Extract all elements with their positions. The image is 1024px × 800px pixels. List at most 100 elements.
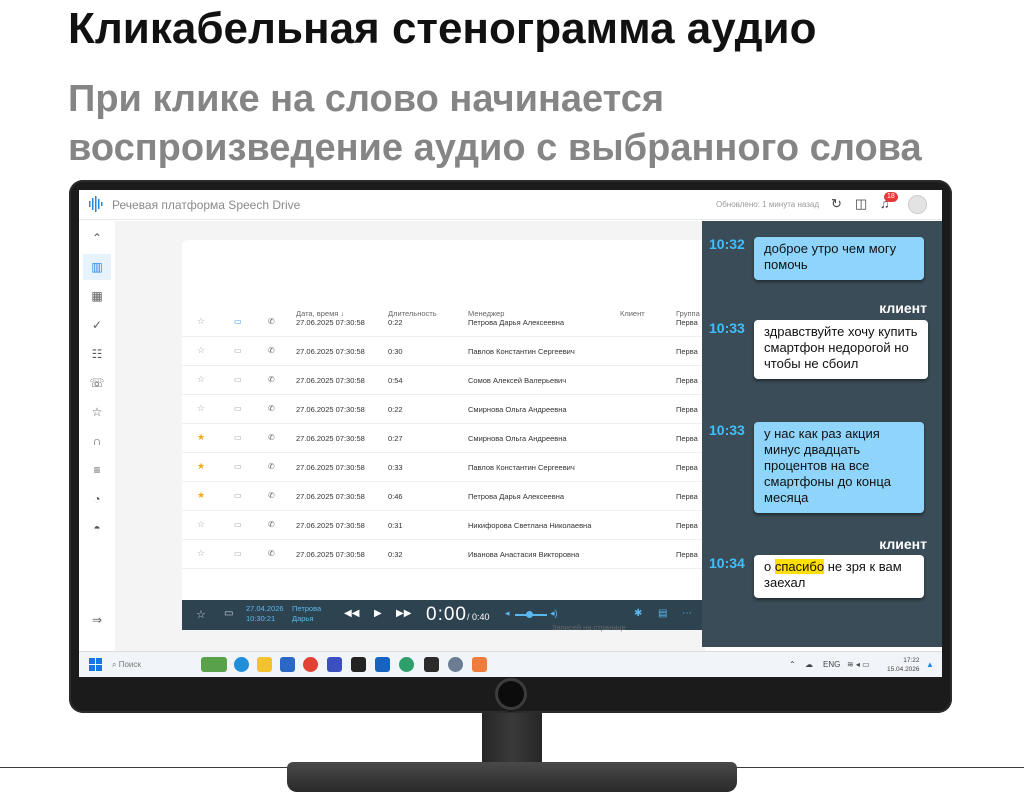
sidebar-headphones-icon[interactable]: ∩ — [83, 428, 111, 454]
transcript-word[interactable]: смартфон — [764, 340, 825, 355]
sidebar-trend-icon[interactable]: ⌃ — [83, 225, 111, 251]
transcript-word[interactable]: доброе — [764, 241, 808, 256]
sidebar-incognito-icon[interactable]: ◓ — [83, 515, 111, 541]
book-icon[interactable]: ◫ — [855, 196, 867, 212]
transcript-word[interactable]: процентов — [764, 458, 827, 473]
windows-start-icon[interactable] — [89, 658, 102, 671]
transcript-word[interactable]: месяца — [764, 490, 808, 505]
table-row[interactable]: ☆ ▭ ✆ 27.06.2025 07:30:58 0:22 Петрова Дарья … — [182, 308, 722, 337]
transcript-word[interactable]: минус — [764, 442, 800, 457]
volume-low-icon[interactable]: ◂ — [505, 608, 510, 619]
sidebar-gauge-icon[interactable]: ◔ — [83, 486, 111, 512]
sidebar-call-end-icon[interactable]: ☏ — [83, 370, 111, 396]
sidebar-structure-icon[interactable]: ☷ — [83, 341, 111, 367]
taskbar-clock[interactable]: 17:22 15.04.2026 — [887, 656, 920, 674]
comment-icon[interactable]: ▭ — [234, 346, 242, 355]
transcript-word[interactable]: как — [799, 426, 818, 441]
table-row[interactable]: ☆ ▭ ✆ 27.06.2025 07:30:58 0:54 Сомов Алексей … — [182, 366, 722, 395]
sidebar-calendar-search-icon[interactable]: ▦ — [83, 283, 111, 309]
media-app-icon[interactable] — [424, 657, 439, 672]
transcript-word[interactable]: заехал — [764, 575, 805, 590]
tray-chevron-icon[interactable]: ⌃ — [789, 660, 796, 669]
transcript-word[interactable]: все — [849, 458, 870, 473]
refresh-icon[interactable]: ↻ — [831, 196, 842, 212]
transcript-word[interactable]: сбоил — [822, 356, 858, 371]
sidebar-collapse-icon[interactable]: ⇒ — [83, 607, 111, 633]
volume-high-icon[interactable]: ◂) — [550, 608, 558, 619]
star-icon[interactable]: ★ — [197, 490, 205, 501]
table-row[interactable]: ★ ▭ ✆ 27.06.2025 07:30:58 0:27 Смирнова Ольга… — [182, 424, 722, 453]
transcript-word[interactable]: к — [869, 559, 875, 574]
comment-icon[interactable]: ▭ — [234, 491, 242, 500]
star-icon[interactable]: ☆ — [197, 519, 205, 530]
transcript-word[interactable]: до — [838, 474, 853, 489]
transcript-word[interactable]: купить — [878, 324, 917, 339]
transcript-icon[interactable]: ▤ — [658, 608, 667, 619]
network-app-icon[interactable] — [399, 657, 414, 672]
transcript-word[interactable]: о — [764, 559, 771, 574]
more-icon[interactable]: ⋯ — [682, 608, 692, 619]
save-app-icon[interactable] — [327, 657, 342, 672]
wifi-volume-battery-icon[interactable]: ≋ ◂ ▭ — [847, 660, 870, 669]
table-row[interactable]: ★ ▭ ✆ 27.06.2025 07:30:58 0:33 Павлов Констан… — [182, 453, 722, 482]
player-comment-icon[interactable]: ▭ — [224, 608, 233, 619]
play-icon[interactable]: ▶ — [374, 608, 382, 619]
sidebar-double-check-icon[interactable]: ✓ — [83, 312, 111, 338]
transcript-word[interactable]: помочь — [764, 257, 808, 272]
volume-slider-knob[interactable] — [526, 611, 533, 618]
chrome-icon[interactable] — [303, 657, 318, 672]
transcript-word[interactable]: акция — [845, 426, 880, 441]
transcript-word[interactable]: здравствуйте — [764, 324, 844, 339]
comment-icon[interactable]: ▭ — [234, 520, 242, 529]
transcript-word[interactable]: недорогой — [828, 340, 890, 355]
star-icon[interactable]: ☆ — [197, 374, 205, 385]
transcript-word[interactable]: хочу — [848, 324, 875, 339]
transcript-word[interactable]: спасибо — [774, 559, 825, 574]
sidebar-analytics-icon[interactable]: ▥ — [83, 254, 111, 280]
cloud-icon[interactable]: ☁ — [805, 660, 813, 669]
table-row[interactable]: ☆ ▭ ✆ 27.06.2025 07:30:58 0:30 Павлов Констан… — [182, 337, 722, 366]
transcript-word[interactable]: чтобы — [764, 356, 801, 371]
transcript-word[interactable]: зря — [846, 559, 866, 574]
star-icon[interactable]: ☆ — [197, 403, 205, 414]
star-icon[interactable]: ★ — [197, 432, 205, 443]
star-icon[interactable]: ★ — [197, 461, 205, 472]
player-star-icon[interactable]: ☆ — [196, 608, 206, 621]
transcript-word[interactable]: не — [828, 559, 842, 574]
star-icon[interactable]: ☆ — [197, 548, 205, 559]
comment-icon[interactable]: ▭ — [234, 404, 242, 413]
forward-icon[interactable]: ▶▶ — [396, 608, 411, 619]
transcript-word[interactable]: конца — [856, 474, 891, 489]
comment-icon[interactable]: ▭ — [234, 462, 242, 471]
comment-icon[interactable]: ▭ — [234, 375, 242, 384]
file-explorer-icon[interactable] — [257, 657, 272, 672]
edge-browser-icon[interactable] — [234, 657, 249, 672]
rewind-icon[interactable]: ◀◀ — [344, 608, 359, 619]
star-icon[interactable]: ☆ — [197, 345, 205, 356]
transcript-word[interactable]: могу — [869, 241, 896, 256]
table-row[interactable]: ☆ ▭ ✆ 27.06.2025 07:30:58 0:22 Смирнова Ольга… — [182, 395, 722, 424]
sidebar-checklist-icon[interactable]: ≡ — [83, 457, 111, 483]
comment-icon[interactable]: ▭ — [234, 317, 242, 326]
comment-icon[interactable]: ▭ — [234, 433, 242, 442]
paint-app-icon[interactable] — [472, 657, 487, 672]
transcript-word[interactable]: не — [804, 356, 818, 371]
sidebar-star-icon[interactable]: ☆ — [83, 399, 111, 425]
transcript-word[interactable]: вам — [879, 559, 902, 574]
language-indicator[interactable]: ENG — [823, 660, 840, 669]
store-icon[interactable] — [280, 657, 295, 672]
star-icon[interactable]: ☆ — [197, 316, 205, 327]
transcript-word[interactable]: нас — [774, 426, 795, 441]
outlook-icon[interactable] — [375, 657, 390, 672]
avatar[interactable] — [908, 195, 927, 214]
trees-widget-icon[interactable] — [201, 657, 227, 672]
transcript-word[interactable]: утро — [812, 241, 839, 256]
transcript-word[interactable]: раз — [821, 426, 841, 441]
transcript-word[interactable]: на — [831, 458, 845, 473]
transcript-word[interactable]: двадцать — [804, 442, 860, 457]
table-row[interactable]: ★ ▭ ✆ 27.06.2025 07:30:58 0:46 Петрова Дарья … — [182, 482, 722, 511]
table-row[interactable]: ☆ ▭ ✆ 27.06.2025 07:30:58 0:31 Никифорова Све… — [182, 511, 722, 540]
settings-app-icon[interactable] — [448, 657, 463, 672]
transcript-word[interactable]: у — [764, 426, 771, 441]
comment-icon[interactable]: ▭ — [234, 549, 242, 558]
